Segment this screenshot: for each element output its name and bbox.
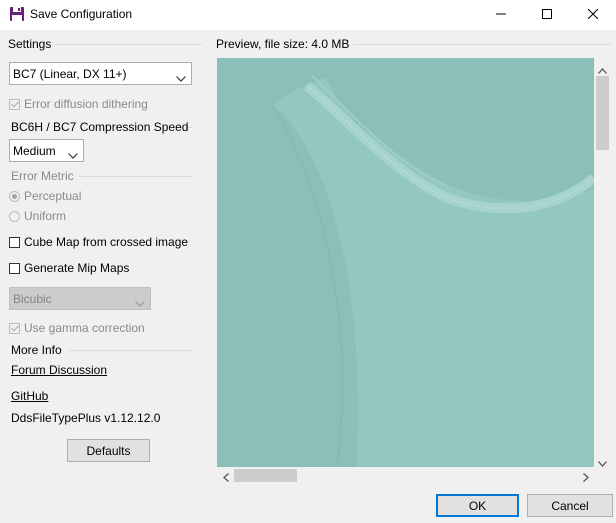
scroll-right-icon[interactable] bbox=[583, 471, 589, 485]
minimize-button[interactable] bbox=[478, 0, 524, 30]
mip-maps-label: Generate Mip Maps bbox=[24, 261, 130, 275]
window-title: Save Configuration bbox=[30, 7, 133, 21]
scroll-up-icon[interactable] bbox=[598, 63, 607, 77]
checkbox-box bbox=[9, 98, 20, 110]
maximize-button[interactable] bbox=[524, 0, 570, 30]
resample-value: Bicubic bbox=[13, 291, 52, 306]
more-info-label: More Info bbox=[11, 343, 62, 357]
error-metric-group-line bbox=[78, 176, 192, 177]
scroll-down-icon[interactable] bbox=[598, 456, 607, 470]
format-dropdown[interactable]: BC7 (Linear, DX 11+) bbox=[9, 62, 192, 85]
floppy-disk-icon bbox=[9, 6, 25, 22]
resample-dropdown[interactable]: Bicubic bbox=[9, 287, 151, 310]
error-diffusion-label: Error diffusion dithering bbox=[24, 97, 148, 111]
cancel-button[interactable]: Cancel bbox=[527, 494, 613, 517]
preview-label: Preview, file size: 4.0 MB bbox=[216, 37, 354, 51]
preview-image[interactable] bbox=[217, 58, 594, 467]
more-info-group-line bbox=[68, 350, 192, 351]
close-button[interactable] bbox=[570, 0, 616, 30]
ok-button[interactable]: OK bbox=[436, 494, 519, 517]
minimize-icon bbox=[496, 8, 506, 22]
forum-discussion-link[interactable]: Forum Discussion bbox=[11, 363, 107, 377]
maximize-icon bbox=[542, 8, 552, 22]
close-icon bbox=[587, 8, 599, 22]
mip-maps-checkbox[interactable]: Generate Mip Maps bbox=[9, 261, 129, 275]
speed-group-label: BC6H / BC7 Compression Speed bbox=[11, 120, 189, 134]
format-value: BC7 (Linear, DX 11+) bbox=[13, 66, 127, 81]
vertical-scrollbar[interactable] bbox=[594, 58, 611, 467]
horizontal-scrollbar[interactable] bbox=[217, 467, 594, 484]
speed-dropdown[interactable]: Medium bbox=[9, 139, 84, 162]
perceptual-label: Perceptual bbox=[24, 189, 82, 203]
radio-circle bbox=[9, 210, 20, 222]
github-link[interactable]: GitHub bbox=[11, 389, 48, 403]
checkbox-box bbox=[9, 236, 20, 248]
settings-group-line bbox=[54, 44, 202, 45]
chevron-down-icon bbox=[176, 71, 186, 85]
settings-group-label: Settings bbox=[8, 37, 56, 51]
cube-map-label: Cube Map from crossed image bbox=[24, 235, 189, 249]
gamma-label: Use gamma correction bbox=[24, 321, 145, 335]
chevron-down-icon bbox=[135, 296, 145, 310]
gamma-checkbox[interactable]: Use gamma correction bbox=[9, 321, 145, 335]
vertical-scroll-thumb[interactable] bbox=[596, 76, 609, 150]
perceptual-radio[interactable]: Perceptual bbox=[9, 189, 81, 203]
speed-value: Medium bbox=[13, 143, 56, 158]
scroll-left-icon[interactable] bbox=[223, 471, 229, 485]
preview-texture bbox=[217, 58, 594, 467]
horizontal-scroll-thumb[interactable] bbox=[234, 469, 297, 482]
defaults-button[interactable]: Defaults bbox=[67, 439, 150, 462]
error-metric-label: Error Metric bbox=[11, 169, 74, 183]
checkbox-box bbox=[9, 262, 20, 274]
checkbox-box bbox=[9, 322, 20, 334]
chevron-down-icon bbox=[68, 148, 78, 162]
cube-map-checkbox[interactable]: Cube Map from crossed image bbox=[9, 235, 188, 249]
version-label: DdsFileTypePlus v1.12.12.0 bbox=[11, 411, 161, 425]
preview-group-line bbox=[350, 44, 611, 45]
uniform-label: Uniform bbox=[24, 209, 67, 223]
uniform-radio[interactable]: Uniform bbox=[9, 209, 66, 223]
error-diffusion-checkbox[interactable]: Error diffusion dithering bbox=[9, 97, 148, 111]
radio-circle bbox=[9, 190, 20, 202]
